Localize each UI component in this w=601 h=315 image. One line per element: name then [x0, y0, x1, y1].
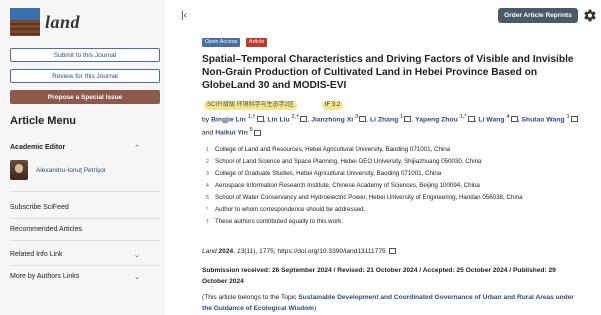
author-sup: 3	[355, 114, 359, 120]
author-sup: 4	[506, 114, 510, 120]
order-reprints-button[interactable]: Order Article Reprints	[498, 8, 578, 23]
review-button[interactable]: Review for this Journal	[10, 69, 160, 83]
open-access-badge: Open Access	[202, 38, 241, 47]
article-menu-title: Article Menu	[10, 115, 77, 127]
journal-name: land	[45, 11, 81, 32]
more-by-authors-link[interactable]: More by Authors Links	[10, 273, 79, 280]
email-icon[interactable]	[570, 116, 578, 123]
author-link[interactable]: Li Zhang	[370, 116, 398, 123]
sidebar: land Submit to this Journal Review for t…	[0, 0, 165, 315]
journal-logo[interactable]: land	[10, 8, 80, 36]
chevron-down-icon[interactable]: ⌄	[134, 251, 140, 259]
affiliation: 2 School of Land Science and Space Planni…	[206, 158, 482, 165]
divider	[10, 218, 160, 219]
author-sup: 1,*	[459, 114, 467, 120]
email-icon[interactable]	[510, 116, 518, 123]
sci-tag: SCI升级版 环境科学与生态学2区	[204, 101, 298, 110]
academic-editor[interactable]: Alexandru-Ionuţ Petrişor	[10, 160, 106, 180]
author-link[interactable]: Yapeng Zhou	[415, 116, 458, 123]
doi-link[interactable]: https://doi.org/10.3390/land13111775	[277, 248, 385, 255]
author-link[interactable]: Lin Liu	[267, 116, 289, 123]
article-type-badge: Article	[246, 38, 268, 47]
email-icon[interactable]	[256, 116, 264, 123]
author-link[interactable]: Bingjie Lin	[211, 116, 246, 123]
author-link[interactable]: Shutao Wang	[521, 116, 564, 123]
author-list: by Bingjie Lin 1,†, Lin Liu 2,†, Jianzho…	[202, 112, 582, 139]
author-sup: 1	[400, 114, 404, 120]
external-link-icon[interactable]	[388, 248, 396, 255]
author-link[interactable]: Jianzhong Xi	[311, 116, 353, 123]
chevron-down-icon[interactable]: ⌄	[134, 273, 140, 281]
author-sup: 1,†	[247, 114, 256, 120]
affiliation: 1 College of Land and Resources, Hebei Ag…	[206, 146, 451, 153]
email-icon[interactable]	[404, 116, 412, 123]
email-icon[interactable]	[359, 116, 367, 123]
email-icon[interactable]	[253, 129, 261, 136]
article-dates: Submission received: 26 September 2024 /…	[202, 267, 556, 285]
author-link[interactable]: Haikui Yin	[215, 130, 247, 137]
topic-note: (This article belongs to the Topic Susta…	[202, 294, 574, 312]
affiliation-note: * Author to whom correspondence should be…	[206, 206, 366, 213]
submit-button[interactable]: Submit to this Journal	[10, 48, 160, 62]
affiliation-note: † These authors contributed equally to th…	[206, 218, 343, 225]
avatar	[10, 160, 28, 180]
article-title: Spatial–Temporal Characteristics and Dri…	[202, 54, 574, 91]
chevron-up-icon[interactable]: ⌃	[134, 144, 140, 152]
editor-name-link[interactable]: Alexandru-Ionuţ Petrişor	[36, 167, 106, 174]
divider	[10, 240, 160, 241]
author-link[interactable]: Li Wang	[478, 116, 504, 123]
recommended-articles-link[interactable]: Recommended Articles	[10, 226, 82, 233]
email-icon[interactable]	[467, 116, 475, 123]
affiliation: 3 College of Graduate Studies, Hebei Agri…	[206, 170, 442, 177]
subscribe-scifeed-link[interactable]: Subscribe SciFeed	[10, 204, 69, 211]
divider	[10, 265, 160, 266]
impact-factor-tag: IF 3.2	[322, 101, 344, 110]
email-icon[interactable]	[300, 116, 308, 123]
divider	[10, 191, 160, 192]
affiliation: 4 Aerospace Information Research Institut…	[206, 182, 480, 189]
gear-icon[interactable]	[583, 8, 597, 23]
affiliation: 5 School of Water Conservancy and Hydroel…	[206, 194, 523, 201]
author-sup: 2,†	[291, 114, 300, 120]
author-sup: 1	[566, 114, 570, 120]
propose-special-issue-button[interactable]: Propose a Special Issue	[10, 90, 160, 104]
citation: Land 2024, 13(11), 1775; https://doi.org…	[202, 248, 396, 255]
author-sup: 5	[249, 127, 253, 134]
academic-editor-heading[interactable]: Academic Editor	[10, 144, 65, 151]
journal-logo-image	[10, 8, 40, 36]
related-info-link[interactable]: Related Info Link	[10, 251, 63, 258]
collapse-left-icon[interactable]: |‹	[181, 10, 187, 21]
